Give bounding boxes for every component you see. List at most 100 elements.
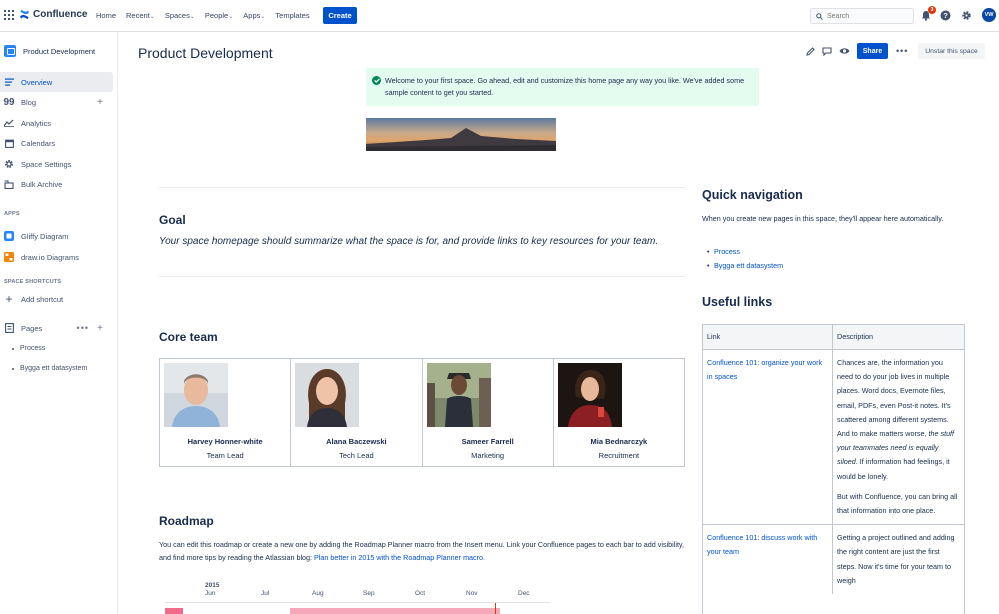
sidebar-item-bulk-archive[interactable]: Bulk Archive [0,174,113,194]
roadmap-month: Jun [205,590,216,597]
sidebar-item-blog[interactable]: 99 Blog + [0,92,113,112]
sidebar-item-label: Space Settings [21,159,72,169]
bullet-icon [12,367,14,370]
sidebar-item-gliffy[interactable]: Gliffy Diagram [0,226,113,246]
page-title: Product Development [138,45,273,61]
nav-recent[interactable]: Recent⌄ [126,11,155,20]
bullet-icon [12,347,14,350]
sidebar-item-label: Bulk Archive [21,179,63,189]
team-member: Harvey Honner-white Team Lead [160,359,292,466]
avatar[interactable]: VW [982,8,996,22]
chevron-down-icon: ⌄ [189,14,195,20]
archive-icon [4,179,14,189]
roadmap-bar[interactable] [290,608,500,614]
search-icon [816,12,823,20]
top-navigation-bar: Confluence Home Recent⌄ Spaces⌄ People⌄ … [0,0,999,32]
sidebar-item-calendars[interactable]: Calendars [0,133,113,153]
chevron-down-icon: ⌄ [228,14,234,20]
info-text: Welcome to your first space. Go ahead, e… [385,76,745,97]
chevron-down-icon: ⌄ [260,14,266,20]
help-icon: ? [940,10,951,21]
sidebar-item-label: Analytics [21,118,52,128]
description-text: Getting a project outlined and adding th… [837,533,955,585]
useful-link[interactable]: Confluence 101: organize your work in sp… [707,358,822,381]
page-tree-item-bygga[interactable]: Bygga ett datasystem [12,365,87,372]
edit-icon[interactable] [806,47,815,56]
roadmap-month: Aug [312,590,324,597]
create-button[interactable]: Create [323,7,357,24]
more-actions-icon[interactable]: ••• [896,46,908,56]
add-blog-icon[interactable]: + [97,97,103,108]
table-link-cell: Confluence 101: organize your work in sp… [703,350,833,525]
quick-nav-link-bygga[interactable]: Bygga ett datasystem [707,259,783,273]
quote-icon: 99 [3,96,15,108]
profile-photo [295,363,360,427]
roadmap-month: Jul [261,590,270,597]
roadmap-month: Oct [415,590,426,597]
table-row: Confluence 101: discuss work with your t… [703,525,964,595]
sidebar-item-label: Add shortcut [21,294,64,304]
app-switcher-icon[interactable] [4,10,14,20]
roadmap-planner[interactable]: 2015 Jun Jul Aug Sep Oct Nov Dec [159,580,554,614]
member-role: Team Lead [206,451,244,460]
settings-button[interactable] [960,9,973,22]
banner-image [366,118,556,151]
share-button[interactable]: Share [857,43,888,59]
nav-home[interactable]: Home [96,11,116,20]
team-member: Sameer Farrell Marketing [423,359,554,466]
add-page-icon[interactable]: + [97,323,103,334]
sidebar-item-overview[interactable]: Overview [0,72,113,92]
core-team-table: Harvey Honner-white Team Lead Alana Bacz… [159,358,685,467]
confluence-logo-icon [19,9,30,20]
help-button[interactable]: ? [939,9,952,22]
member-name: Harvey Honner-white [187,437,263,446]
today-marker [495,603,496,614]
roadmap-blog-link[interactable]: Plan better in 2015 with the Roadmap Pla… [314,553,485,562]
drawio-icon [4,252,14,262]
gear-icon [962,11,971,20]
divider [159,276,685,277]
roadmap-bar[interactable] [165,608,183,614]
confluence-logo[interactable]: Confluence [19,9,87,20]
comment-icon[interactable] [822,47,832,56]
nav-people[interactable]: People⌄ [205,11,233,20]
quick-nav-link-process[interactable]: Process [707,245,783,259]
sidebar-item-label: Pages [21,323,43,333]
nav-templates[interactable]: Templates [275,11,309,20]
useful-link[interactable]: Confluence 101: discuss work with your t… [707,533,817,556]
quick-navigation-text: When you create new pages in this space,… [702,214,944,223]
plus-icon: + [5,292,13,306]
table-header-cell: Description [837,332,873,341]
profile-photo [426,363,491,427]
unstar-space-button[interactable]: Unstar this space [918,43,985,59]
space-header[interactable]: Product Development [4,45,95,57]
chevron-down-icon: ⌄ [149,14,155,20]
sidebar-item-analytics[interactable]: Analytics [0,113,113,133]
goal-text: Your space homepage should summarize wha… [159,236,659,247]
pages-icon [4,323,14,333]
gear-icon [4,159,14,169]
search-box[interactable] [810,8,914,24]
add-shortcut-button[interactable]: + Add shortcut [0,289,113,309]
app-name: Confluence [33,9,88,20]
table-link-cell: Confluence 101: discuss work with your t… [703,525,833,595]
sidebar-item-label: Blog [21,97,37,107]
search-input[interactable] [827,12,907,20]
space-icon [4,45,16,57]
sidebar-item-space-settings[interactable]: Space Settings [0,154,113,174]
roadmap-month: Sep [363,590,375,597]
main-nav: Home Recent⌄ Spaces⌄ People⌄ Apps⌄ Templ… [96,11,320,20]
quick-navigation-list: Process Bygga ett datasystem [707,245,783,273]
nav-spaces[interactable]: Spaces⌄ [165,11,195,20]
nav-apps[interactable]: Apps⌄ [243,11,265,20]
sidebar-item-pages[interactable]: Pages ••• + [0,318,113,338]
table-description-cell: Chances are, the information you need to… [833,350,964,524]
page-tree-item-process[interactable]: Process [12,345,45,352]
sidebar-item-label: Gliffy Diagram [21,231,69,241]
watch-icon[interactable] [839,47,850,55]
gliffy-icon [4,231,14,241]
calendar-icon [4,138,14,148]
sidebar-item-drawio[interactable]: draw.io Diagrams [0,247,113,267]
useful-links-table: Link Description Confluence 101: organiz… [702,324,965,614]
more-icon[interactable]: ••• [77,323,89,333]
